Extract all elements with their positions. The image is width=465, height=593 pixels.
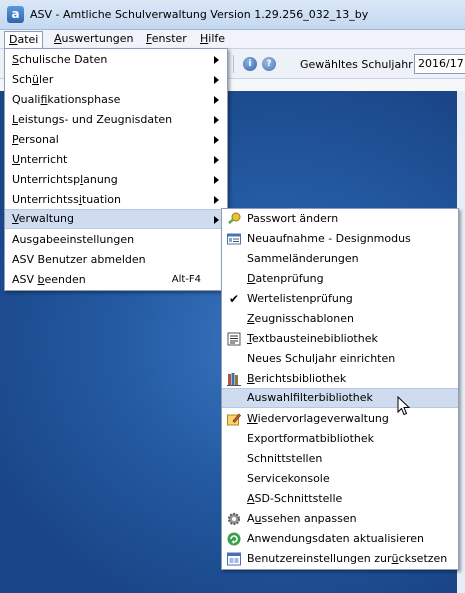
menu-item-ausgabeeinstellungen[interactable]: Ausgabeeinstellungen <box>5 230 227 250</box>
submenu-arrow-icon <box>214 196 219 204</box>
menu-auswertungen[interactable]: Auswertungen <box>50 31 138 48</box>
submenu-item-zeugnisschablonen[interactable]: Zeugnisschablonen <box>222 309 458 329</box>
submenu-item-wertelistenpruefung[interactable]: ✔ Wertelistenprüfung <box>222 289 458 309</box>
menu-item-qualifikationsphase[interactable]: Qualifikationsphase <box>5 90 227 110</box>
submenu-arrow-icon <box>214 136 219 144</box>
menu-item-benutzer-abmelden[interactable]: ASV Benutzer abmelden <box>5 250 227 270</box>
menu-item-unterrichtssituation[interactable]: Unterrichtssituation <box>5 190 227 210</box>
mouse-cursor-icon <box>397 396 411 416</box>
submenu-arrow-icon <box>214 96 219 104</box>
menu-hilfe[interactable]: Hilfe <box>196 31 229 48</box>
shortcut-label: Alt-F4 <box>171 274 201 285</box>
submenu-arrow-icon <box>214 176 219 184</box>
submenu-item-exportformatbibliothek[interactable]: Exportformatbibliothek <box>222 429 458 449</box>
books-icon <box>227 373 241 386</box>
user-settings-icon <box>227 552 241 566</box>
menu-fenster[interactable]: Fenster <box>142 31 191 48</box>
pencil-icon <box>227 413 241 426</box>
submenu-item-textbausteinebibliothek[interactable]: Textbausteinebibliothek <box>222 329 458 349</box>
submenu-arrow-icon <box>214 56 219 64</box>
submenu-item-neuaufnahme[interactable]: Neuaufnahme - Designmodus <box>222 229 458 249</box>
submenu-arrow-icon <box>214 156 219 164</box>
asv-logo-icon: a <box>7 6 24 23</box>
help-icon[interactable]: ? <box>262 57 276 71</box>
menu-item-unterricht[interactable]: Unterricht <box>5 150 227 170</box>
key-icon <box>228 212 241 225</box>
submenu-item-asd-schnittstelle[interactable]: ASD-Schnittstelle <box>222 489 458 509</box>
school-year-select[interactable]: 2016/17 <box>414 54 465 74</box>
submenu-item-wiedervorlageverwaltung[interactable]: Wiedervorlageverwaltung <box>222 409 458 429</box>
submenu-arrow-icon <box>214 116 219 124</box>
verwaltung-submenu: Passwort ändern Neuaufnahme - Designmodu… <box>221 208 459 570</box>
toolbar-separator <box>233 55 234 73</box>
school-year-label: Gewähltes Schuljahr <box>300 58 413 71</box>
info-icon[interactable]: i <box>243 57 257 71</box>
title-bar: a ASV - Amtliche Schulverwaltung Version… <box>0 0 465 30</box>
menu-item-unterrichtsplanung[interactable]: Unterrichtsplanung <box>5 170 227 190</box>
menu-item-personal[interactable]: Personal <box>5 130 227 150</box>
submenu-item-aussehen-anpassen[interactable]: Aussehen anpassen <box>222 509 458 529</box>
datei-dropdown-menu: Schulische Daten Schüler Qualifikationsp… <box>4 48 228 291</box>
checkmark-icon: ✔ <box>228 292 240 306</box>
menu-item-asv-beenden[interactable]: ASV beenden Alt-F4 <box>5 270 227 290</box>
submenu-item-auswahlfilterbibliothek[interactable]: Auswahlfilterbibliothek <box>222 388 458 408</box>
refresh-icon <box>227 532 241 546</box>
menu-datei[interactable]: Datei <box>4 31 44 48</box>
menu-item-verwaltung[interactable]: Verwaltung <box>5 209 227 229</box>
submenu-arrow-icon <box>214 216 219 224</box>
form-icon <box>227 233 241 245</box>
submenu-item-anwendungsdaten-aktualisieren[interactable]: Anwendungsdaten aktualisieren <box>222 529 458 549</box>
submenu-item-passwort-aendern[interactable]: Passwort ändern <box>222 209 458 229</box>
submenu-arrow-icon <box>214 76 219 84</box>
menu-item-leistungsdaten[interactable]: Leistungs- und Zeugnisdaten <box>5 110 227 130</box>
menu-item-schueler[interactable]: Schüler <box>5 70 227 90</box>
text-lines-icon <box>227 332 241 346</box>
submenu-item-neues-schuljahr[interactable]: Neues Schuljahr einrichten <box>222 349 458 369</box>
submenu-item-datenpruefung[interactable]: Datenprüfung <box>222 269 458 289</box>
menu-bar: Datei Auswertungen Fenster Hilfe <box>0 30 465 49</box>
submenu-item-sammelaenderungen[interactable]: Sammeländerungen <box>222 249 458 269</box>
window-title: ASV - Amtliche Schulverwaltung Version 1… <box>30 8 369 21</box>
submenu-item-servicekonsole[interactable]: Servicekonsole <box>222 469 458 489</box>
menu-item-schulische-daten[interactable]: Schulische Daten <box>5 50 227 70</box>
submenu-item-schnittstellen[interactable]: Schnittstellen <box>222 449 458 469</box>
submenu-item-berichtsbibliothek[interactable]: Berichtsbibliothek <box>222 369 458 389</box>
gear-icon <box>227 512 241 526</box>
submenu-item-benutzereinstellungen-zuruecksetzen[interactable]: Benutzereinstellungen zurücksetzen <box>222 549 458 569</box>
